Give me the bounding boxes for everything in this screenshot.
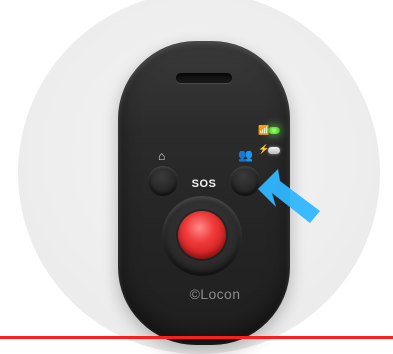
- contacts-icon: 👥: [238, 148, 253, 162]
- home-button[interactable]: [148, 166, 178, 196]
- pointer-arrow-icon: [258, 169, 320, 223]
- status-leds: 📶 ⚡: [258, 125, 284, 165]
- status-led-white: [268, 147, 280, 154]
- home-icon: ⌂: [158, 149, 166, 163]
- sos-label: SOS: [191, 178, 217, 190]
- bottom-red-rule: [0, 336, 393, 339]
- brand-logo: ©Locon: [189, 286, 241, 302]
- speaker-grille: [176, 73, 232, 83]
- status-led-green: [268, 127, 280, 134]
- scene: 📶 ⚡ ⌂ 👥 SOS ©Locon: [0, 0, 393, 354]
- sos-button[interactable]: [178, 211, 226, 259]
